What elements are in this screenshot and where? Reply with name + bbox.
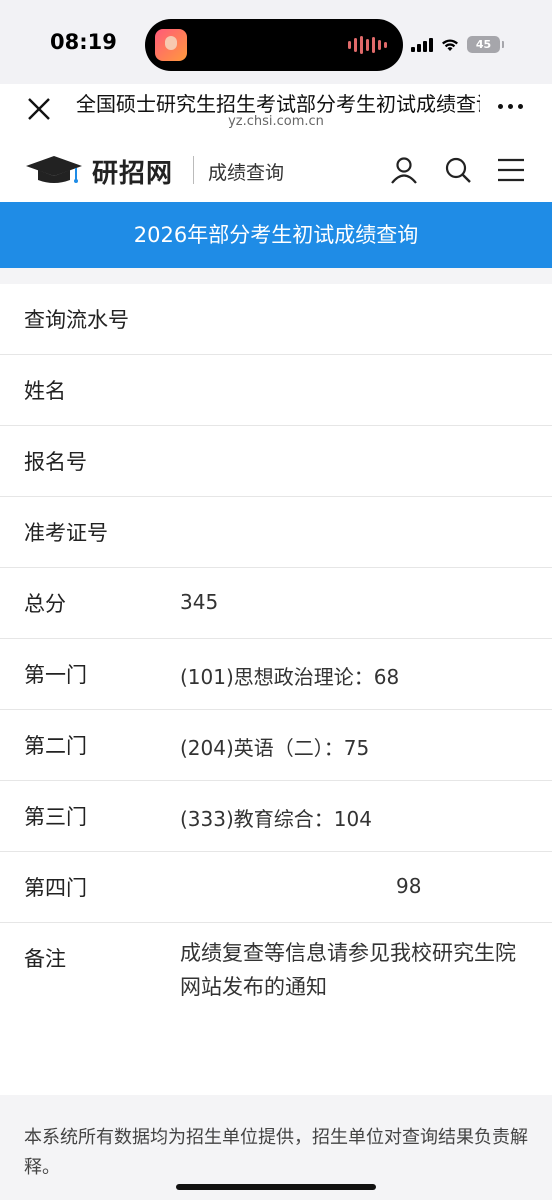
site-header: 研招网 成绩查询 xyxy=(0,138,552,202)
score-results: 查询流水号 姓名 报名号 准考证号 总分 345 第一门 (101)思想政治理论… xyxy=(0,284,552,1093)
result-value: (333)教育综合：104 xyxy=(180,807,372,831)
page-title: 全国硕士研究生招生考试部分考生初试成绩查询 xyxy=(76,92,480,116)
result-label: 第一门 xyxy=(24,663,87,687)
result-label: 准考证号 xyxy=(24,521,108,545)
result-label: 查询流水号 xyxy=(24,308,129,332)
note-value: 成绩复查等信息请参见我校研究生院网站发布的通知 xyxy=(180,941,516,999)
result-label: 报名号 xyxy=(24,450,87,474)
result-value: 98 xyxy=(396,874,422,898)
result-row-subject-1: 第一门 (101)思想政治理论：68 xyxy=(0,639,552,710)
dynamic-island[interactable] xyxy=(145,19,403,71)
cellular-signal-icon xyxy=(411,37,433,52)
status-time: 08:19 xyxy=(50,30,117,54)
graduation-cap-icon xyxy=(24,154,84,190)
result-row-total: 总分 345 xyxy=(0,568,552,639)
result-row-subject-2: 第二门 (204)英语（二）：75 xyxy=(0,710,552,781)
result-row-subject-3: 第三门 (333)教育综合：104 xyxy=(0,781,552,852)
music-app-icon xyxy=(155,29,187,61)
query-banner: 2026年部分考生初试成绩查询 xyxy=(0,202,552,268)
result-value: 345 xyxy=(180,590,219,614)
result-row-name: 姓名 xyxy=(0,355,552,426)
result-label: 第三门 xyxy=(24,805,87,829)
result-label: 总分 xyxy=(24,592,66,616)
note-label: 备注 xyxy=(24,947,66,971)
status-bar: 08:19 45 xyxy=(0,0,552,84)
more-options-icon[interactable] xyxy=(498,104,523,109)
search-icon[interactable] xyxy=(444,156,472,188)
result-row-note: 备注 成绩复查等信息请参见我校研究生院网站发布的通知 xyxy=(0,923,552,1093)
page-url: yz.chsi.com.cn xyxy=(228,114,324,129)
section-gap xyxy=(0,268,552,284)
result-row-subject-4: 第四门 98 xyxy=(0,852,552,923)
close-icon[interactable] xyxy=(26,96,52,122)
status-indicators: 45 xyxy=(411,36,504,53)
home-indicator[interactable] xyxy=(176,1184,376,1190)
battery-icon: 45 xyxy=(467,36,504,53)
result-row-registration: 报名号 xyxy=(0,426,552,497)
section-name: 成绩查询 xyxy=(208,162,285,184)
result-value: (204)英语（二）：75 xyxy=(180,736,370,760)
logo-divider xyxy=(193,156,194,184)
result-label: 第四门 xyxy=(24,876,87,900)
site-logo[interactable]: 研招网 xyxy=(92,153,173,190)
wifi-icon xyxy=(441,38,459,52)
result-label: 第二门 xyxy=(24,734,87,758)
result-value: (101)思想政治理论：68 xyxy=(180,665,400,689)
user-icon[interactable] xyxy=(390,156,418,188)
disclaimer-text: 本系统所有数据均为招生单位提供，招生单位对查询结果负责解释。 xyxy=(24,1127,528,1178)
result-label: 姓名 xyxy=(24,379,66,403)
result-row-serial: 查询流水号 xyxy=(0,284,552,355)
menu-icon[interactable] xyxy=(497,156,525,188)
result-row-admission-ticket: 准考证号 xyxy=(0,497,552,568)
audio-wave-icon xyxy=(348,35,387,55)
